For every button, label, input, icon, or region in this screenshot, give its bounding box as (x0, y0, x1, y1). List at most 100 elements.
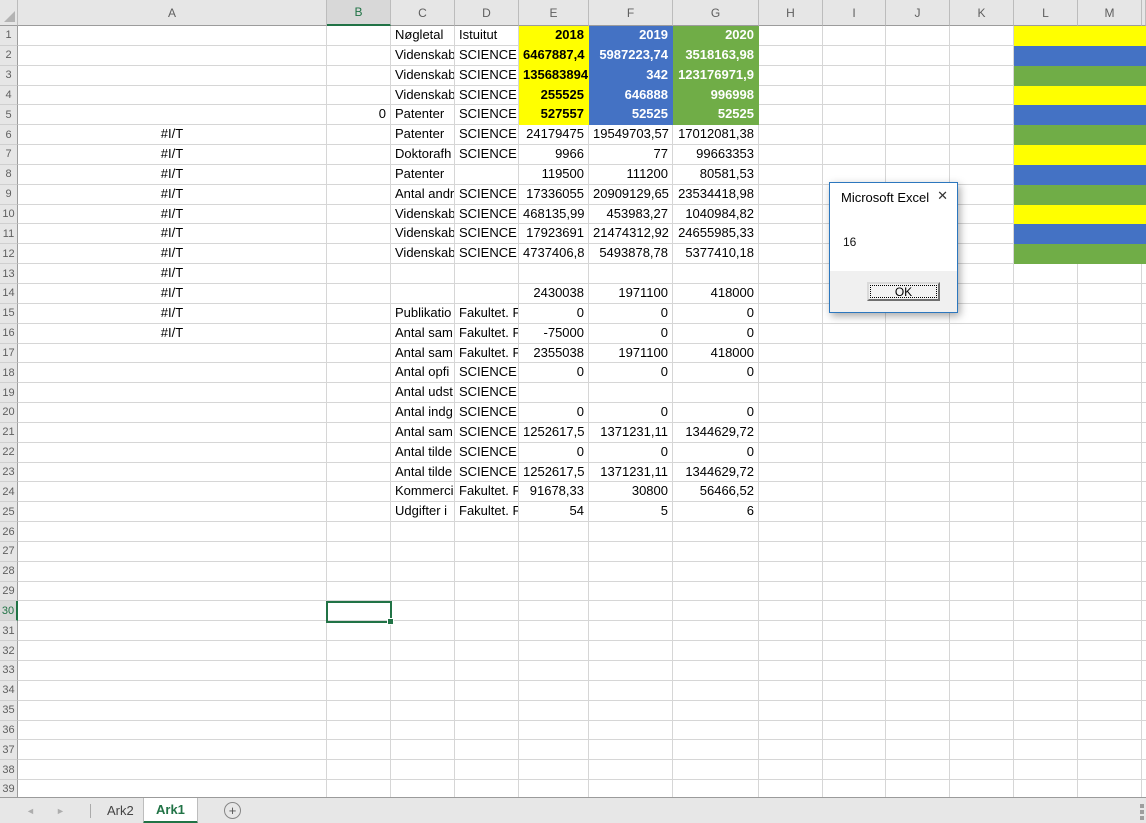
cell-A3[interactable] (18, 65, 327, 86)
cell-L15[interactable] (1014, 303, 1078, 324)
cell-M34[interactable] (1078, 680, 1142, 701)
cell-J31[interactable] (886, 621, 950, 642)
cell-E23[interactable]: 1252617,5 (519, 462, 589, 483)
cell-G16[interactable]: 0 (673, 323, 759, 344)
cell-C36[interactable] (391, 720, 455, 741)
cell-H14[interactable] (759, 283, 823, 304)
cell-M39[interactable] (1078, 780, 1142, 797)
cell-A21[interactable] (18, 422, 327, 443)
cell-L31[interactable] (1014, 621, 1078, 642)
cell-G6[interactable]: 17012081,38 (673, 125, 759, 146)
cell-A27[interactable] (18, 541, 327, 562)
column-header-l[interactable]: L (1014, 0, 1078, 26)
cell-K35[interactable] (950, 700, 1014, 721)
cell-I23[interactable] (823, 462, 886, 483)
cell-C19[interactable]: Antal udst (391, 383, 455, 404)
cell-K36[interactable] (950, 720, 1014, 741)
cell-M22[interactable] (1078, 442, 1142, 463)
cell-F30[interactable] (589, 601, 673, 622)
cell-C6[interactable]: Patenter (391, 125, 455, 146)
cell-H29[interactable] (759, 581, 823, 602)
cell-M9[interactable] (1078, 184, 1142, 205)
cell-B6[interactable] (327, 125, 391, 146)
cell-C12[interactable]: Videnskab (391, 244, 455, 265)
cell-K10[interactable] (950, 204, 1014, 225)
cell-M30[interactable] (1078, 601, 1142, 622)
cell-M25[interactable] (1078, 502, 1142, 523)
cell-B33[interactable] (327, 661, 391, 681)
column-header-c[interactable]: C (391, 0, 455, 26)
cell-A29[interactable] (18, 581, 327, 602)
cell-E21[interactable]: 1252617,5 (519, 422, 589, 443)
cell-D32[interactable] (455, 641, 519, 661)
cell-F9[interactable]: 20909129,65 (589, 184, 673, 205)
cell-H28[interactable] (759, 561, 823, 582)
cell-A2[interactable] (18, 45, 327, 66)
row-header-33[interactable]: 33 (0, 661, 18, 681)
cell-D5[interactable]: SCIENCE (455, 105, 519, 126)
cell-L20[interactable] (1014, 403, 1078, 423)
cell-E34[interactable] (519, 680, 589, 701)
cell-M5[interactable] (1078, 105, 1142, 126)
cell-G23[interactable]: 1344629,72 (673, 462, 759, 483)
cell-I25[interactable] (823, 502, 886, 523)
cell-J23[interactable] (886, 462, 950, 483)
cell-E1[interactable]: 2018 (519, 26, 589, 46)
cell-J27[interactable] (886, 541, 950, 562)
cell-B25[interactable] (327, 502, 391, 523)
cell-I19[interactable] (823, 383, 886, 404)
cell-B26[interactable] (327, 522, 391, 542)
cell-E6[interactable]: 24179475 (519, 125, 589, 146)
cell-E29[interactable] (519, 581, 589, 602)
cell-H10[interactable] (759, 204, 823, 225)
cell-M12[interactable] (1078, 244, 1142, 265)
cell-K33[interactable] (950, 661, 1014, 681)
cell-E36[interactable] (519, 720, 589, 741)
cell-A18[interactable] (18, 363, 327, 384)
cell-G27[interactable] (673, 541, 759, 562)
column-header-d[interactable]: D (455, 0, 519, 26)
cell-B20[interactable] (327, 403, 391, 423)
cell-M33[interactable] (1078, 661, 1142, 681)
cell-L12[interactable] (1014, 244, 1078, 265)
cell-A11[interactable]: #I/T (18, 224, 327, 245)
cell-A22[interactable] (18, 442, 327, 463)
cell-G33[interactable] (673, 661, 759, 681)
row-header-4[interactable]: 4 (0, 85, 18, 106)
cell-I22[interactable] (823, 442, 886, 463)
cell-F34[interactable] (589, 680, 673, 701)
cell-M21[interactable] (1078, 422, 1142, 443)
cell-K3[interactable] (950, 65, 1014, 86)
cell-B17[interactable] (327, 343, 391, 364)
cell-L34[interactable] (1014, 680, 1078, 701)
cell-C11[interactable]: Videnskab (391, 224, 455, 245)
cell-J30[interactable] (886, 601, 950, 622)
cell-C30[interactable] (391, 601, 455, 622)
cell-E31[interactable] (519, 621, 589, 642)
cell-F3[interactable]: 342 (589, 65, 673, 86)
cell-D15[interactable]: Fakultet. F (455, 303, 519, 324)
cell-L5[interactable] (1014, 105, 1078, 126)
cell-H27[interactable] (759, 541, 823, 562)
cell-G1[interactable]: 2020 (673, 26, 759, 46)
cell-F19[interactable] (589, 383, 673, 404)
column-header-a[interactable]: A (18, 0, 327, 26)
cell-C8[interactable]: Patenter (391, 164, 455, 185)
cell-I35[interactable] (823, 700, 886, 721)
cell-L4[interactable] (1014, 85, 1078, 106)
cell-H9[interactable] (759, 184, 823, 205)
cell-C32[interactable] (391, 641, 455, 661)
cell-G15[interactable]: 0 (673, 303, 759, 324)
cell-J35[interactable] (886, 700, 950, 721)
cell-I4[interactable] (823, 85, 886, 106)
cell-F28[interactable] (589, 561, 673, 582)
cell-I17[interactable] (823, 343, 886, 364)
cell-B11[interactable] (327, 224, 391, 245)
row-header-10[interactable]: 10 (0, 204, 18, 225)
cell-E38[interactable] (519, 760, 589, 781)
cell-H38[interactable] (759, 760, 823, 781)
cell-J2[interactable] (886, 45, 950, 66)
cell-F18[interactable]: 0 (589, 363, 673, 384)
cell-D8[interactable] (455, 164, 519, 185)
cell-I39[interactable] (823, 780, 886, 797)
